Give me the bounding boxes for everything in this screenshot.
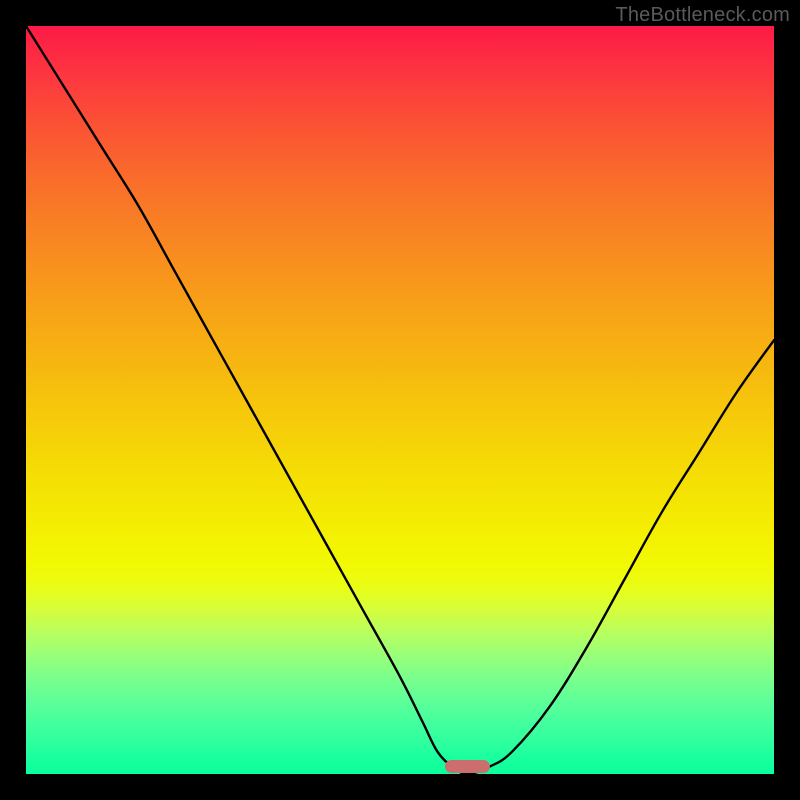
bottleneck-curve-line xyxy=(26,26,774,774)
optimal-marker xyxy=(445,760,490,773)
plot-area xyxy=(26,26,774,774)
bottleneck-chart: TheBottleneck.com xyxy=(0,0,800,800)
curve-layer xyxy=(26,26,774,774)
attribution-label: TheBottleneck.com xyxy=(615,4,790,27)
